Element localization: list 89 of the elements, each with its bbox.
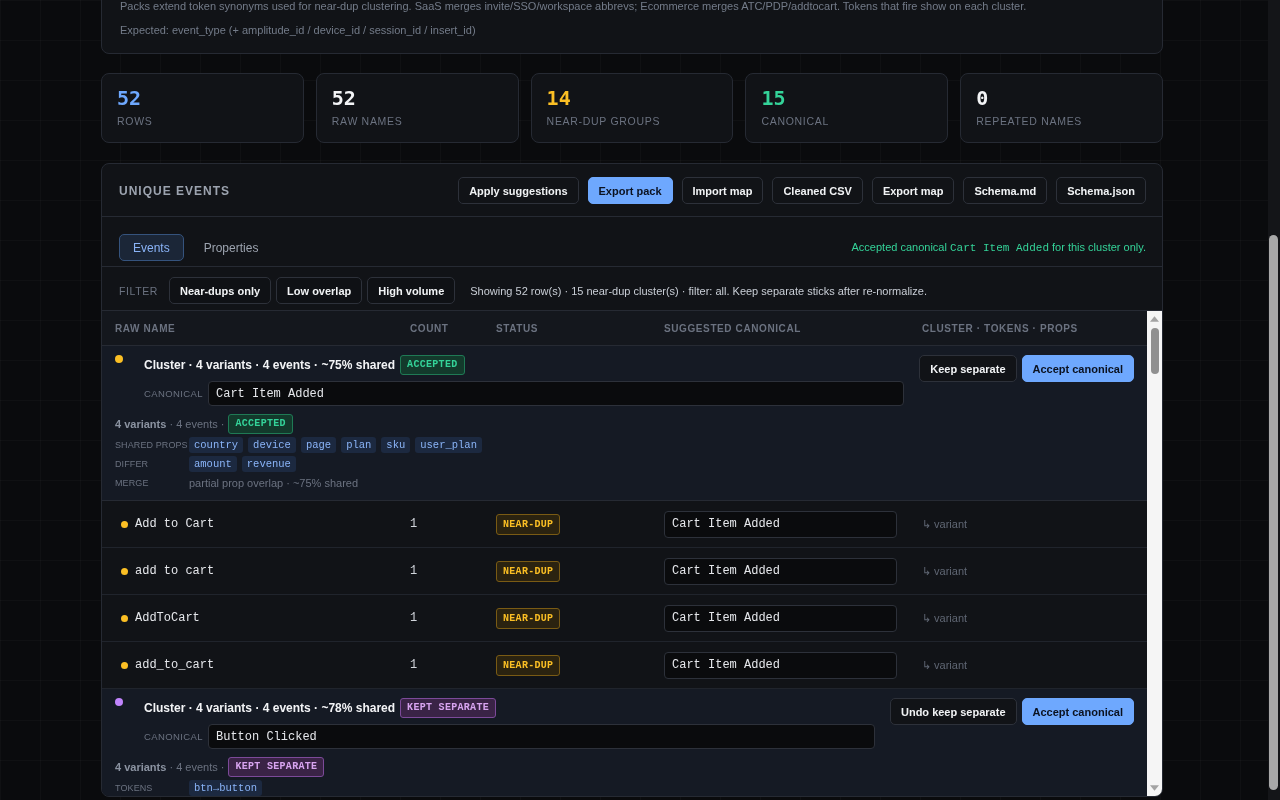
prop-tag: amount (189, 456, 237, 472)
prop-tag: sku (381, 437, 411, 453)
variant-note: ↳ variant (922, 564, 969, 578)
cluster-summary: 4 variants · 4 events · (115, 417, 225, 430)
status-badge: KEPT SEPARATE (400, 698, 497, 718)
cluster-title: Cluster · 4 variants · 4 events · ~75% shared (144, 358, 396, 372)
action-button[interactable]: Accept canonical (1021, 698, 1134, 725)
stat-value: 52 (117, 86, 143, 110)
stat-label: REPEATED NAMES (976, 115, 1084, 128)
raw-name: Add to Cart (135, 517, 215, 531)
canonical-label: CANONICAL (144, 731, 205, 742)
action-button[interactable]: Undo keep separate (889, 698, 1017, 725)
filter-summary: Showing 52 row(s) · 15 near-dup cluster(s) · filter: all. Keep separate sticks after re-normalize. (470, 284, 927, 297)
status-badge: KEPT SEPARATE (228, 756, 325, 777)
column-header: SUGGESTED CANONICAL (664, 322, 802, 334)
status-badge: ACCEPTED (228, 413, 293, 434)
status-badge: NEAR-DUP (496, 560, 561, 582)
status-message: Accepted canonical Cart Item Added for this cluster only. (851, 241, 1146, 254)
action-button[interactable]: Schema.md (963, 177, 1048, 204)
stat-value: 0 (976, 86, 990, 110)
table-scrollbar[interactable] (1147, 311, 1162, 796)
prop-tag: plan (341, 437, 377, 453)
action-button[interactable]: Import map (681, 177, 764, 204)
action-button[interactable]: Apply suggestions (458, 177, 579, 204)
action-button[interactable]: Keep separate (919, 355, 1017, 382)
action-button[interactable]: Accept canonical (1021, 355, 1134, 382)
tab[interactable]: Properties (189, 234, 273, 261)
stat-label: ROWS (117, 115, 154, 128)
filter-button[interactable]: Low overlap (276, 277, 363, 304)
canonical-label: CANONICAL (144, 388, 205, 399)
cluster-summary: 4 variants · 4 events · (115, 760, 225, 773)
stat-value: 15 (761, 86, 787, 110)
prop-tag: device (248, 437, 296, 453)
count-cell-text: 1 (410, 517, 419, 531)
stat-value: 14 (546, 86, 572, 110)
filter-label: FILTER (119, 284, 158, 297)
detail-text: partial prop overlap · ~75% shared (189, 476, 360, 491)
scrollbar-thumb[interactable] (1150, 328, 1159, 374)
action-button[interactable]: Cleaned CSV (772, 177, 863, 204)
action-button[interactable]: Export pack (587, 177, 673, 204)
action-button[interactable]: Export map (871, 177, 955, 204)
info-text: Packs extend token synonyms used for near-dup clustering. SaaS merges invite/SSO/workspace abbrevs; Ecommerce merges ATC/PDP/addtocart. Tokens that fire show on each cluster. (120, 0, 1028, 14)
canonical-field[interactable]: Cart Item Added (664, 557, 897, 585)
stat-label: RAW NAMES (331, 115, 404, 128)
scroll-up-icon[interactable] (1150, 316, 1159, 322)
scrollbar-thumb[interactable] (1269, 235, 1278, 790)
canonical-field[interactable]: Button Clicked (208, 724, 875, 749)
prop-tag: btn→button (189, 780, 262, 796)
page-scrollbar[interactable] (1268, 0, 1280, 800)
detail-label: MERGE (115, 478, 150, 488)
canonical-field[interactable]: Cart Item Added (664, 604, 897, 632)
canonical-field[interactable]: Cart Item Added (208, 381, 905, 406)
column-header: CLUSTER · TOKENS · PROPS (922, 322, 1079, 334)
canonical-field[interactable]: Cart Item Added (664, 651, 897, 679)
prop-tag: country (189, 437, 244, 453)
status-badge: NEAR-DUP (496, 513, 561, 535)
status-badge: NEAR-DUP (496, 654, 561, 676)
count-cell-text: 1 (410, 658, 419, 672)
detail-label: SHARED PROPS (115, 440, 189, 450)
column-header: COUNT (410, 322, 450, 334)
count-cell-text: 1 (410, 611, 419, 625)
stat-value: 52 (331, 86, 357, 110)
variant-note: ↳ variant (922, 611, 969, 625)
variant-note: ↳ variant (922, 658, 969, 672)
status-badge: NEAR-DUP (496, 607, 561, 629)
raw-name: add to cart (135, 564, 215, 578)
tab[interactable]: Events (119, 234, 184, 261)
column-header: STATUS (496, 322, 540, 334)
detail-label: DIFFER (115, 459, 150, 469)
prop-tag: user_plan (415, 437, 482, 453)
panel-title: UNIQUE EVENTS (119, 183, 230, 198)
column-header: RAW NAME (115, 322, 177, 334)
stat-label: CANONICAL (761, 115, 830, 128)
prop-tag: revenue (241, 456, 296, 472)
status-badge: ACCEPTED (400, 355, 465, 375)
prop-tag: page (300, 437, 337, 453)
count-cell-text: 1 (410, 564, 419, 578)
info-text: Expected: event_type (+ amplitude_id / device_id / session_id / insert_id) (120, 23, 477, 38)
scroll-down-icon[interactable] (1150, 785, 1159, 791)
detail-label: TOKENS (115, 783, 154, 793)
filter-button[interactable]: High volume (367, 277, 456, 304)
canonical-field[interactable]: Cart Item Added (664, 510, 897, 538)
filter-button[interactable]: Near-dups only (169, 277, 272, 304)
stat-label: NEAR-DUP GROUPS (546, 115, 662, 128)
variant-note: ↳ variant (922, 517, 969, 531)
raw-name: add_to_cart (135, 658, 215, 672)
raw-name: AddToCart (135, 611, 200, 625)
action-button[interactable]: Schema.json (1056, 177, 1146, 204)
cluster-title: Cluster · 4 variants · 4 events · ~78% shared (144, 701, 396, 715)
